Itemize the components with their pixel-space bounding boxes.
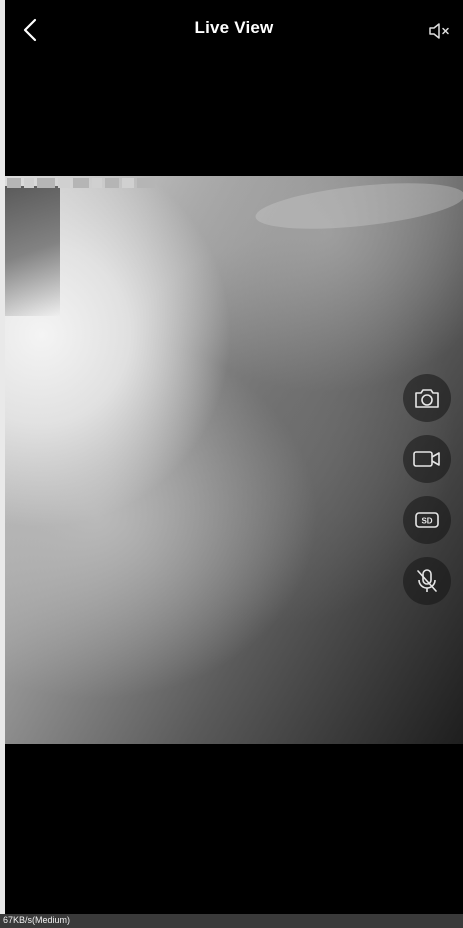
bitrate-status: 67KB/s(Medium): [3, 915, 71, 925]
speaker-toggle-button[interactable]: [427, 18, 453, 44]
video-camera-icon: [413, 451, 440, 467]
page-title: Live View: [194, 18, 274, 37]
video-timestamp-overlay: [5, 176, 157, 190]
video-shadow: [5, 186, 60, 316]
quality-label: SD: [421, 517, 432, 526]
record-button[interactable]: [403, 435, 451, 483]
live-video-feed[interactable]: [5, 176, 463, 744]
speaker-mute-icon: [429, 23, 449, 39]
bottom-black-area: [5, 744, 463, 914]
snapshot-button[interactable]: [403, 374, 451, 422]
video-controls: SD: [403, 374, 453, 618]
sd-icon: SD: [415, 512, 439, 528]
mic-off-icon: [417, 569, 437, 592]
header: Live View: [5, 0, 463, 60]
quality-toggle-button[interactable]: SD: [403, 496, 451, 544]
video-highlight: [253, 176, 463, 237]
camera-icon: [415, 389, 439, 408]
microphone-toggle-button[interactable]: [403, 557, 451, 605]
status-bar: 67KB/s(Medium): [0, 914, 463, 928]
